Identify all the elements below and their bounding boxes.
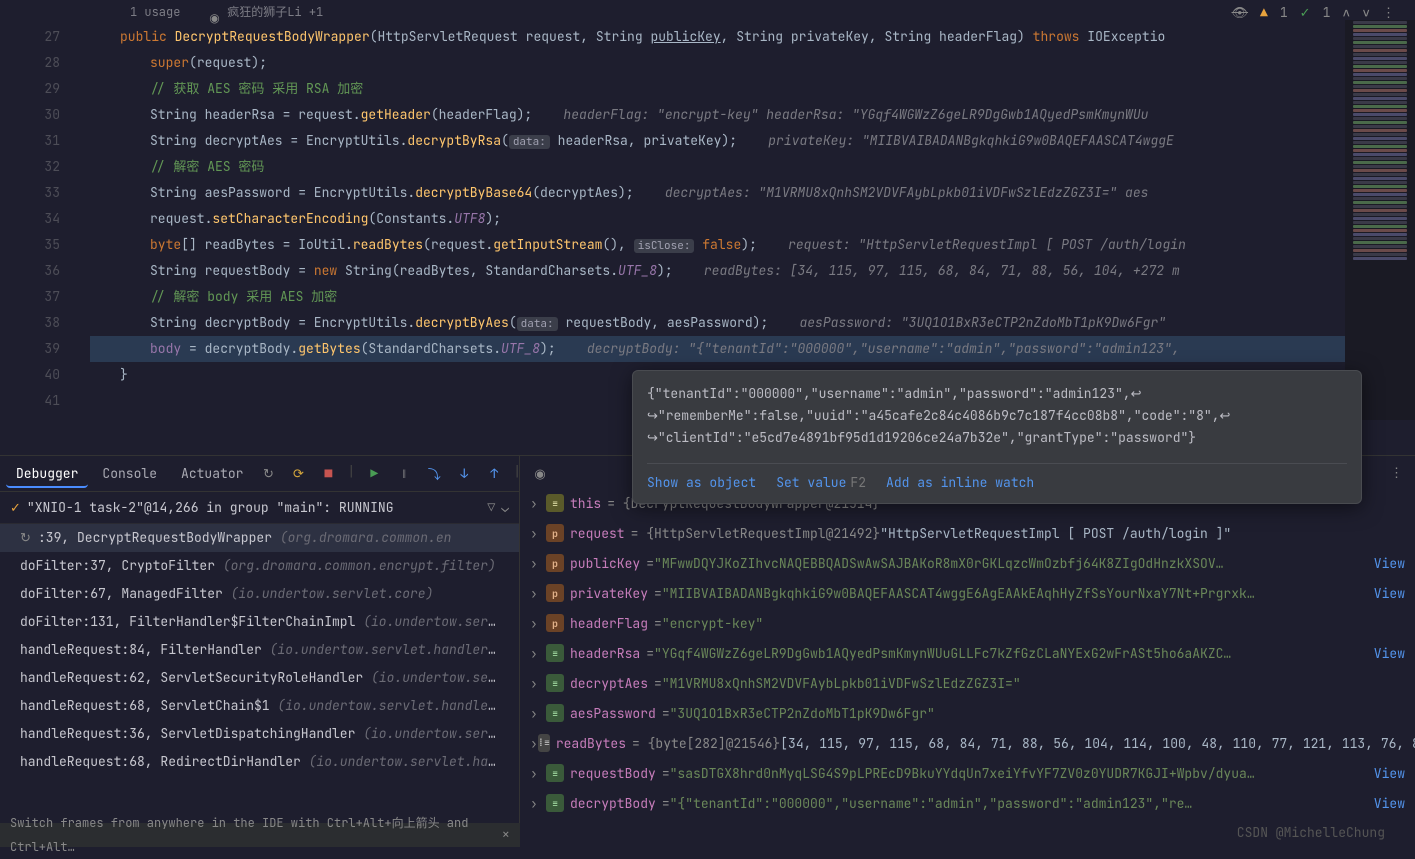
code-line[interactable]: String aesPassword = EncryptUtils.decryp… [90,180,1415,206]
view-link[interactable]: View [1374,795,1415,812]
rerun-icon[interactable]: ↻ [257,463,279,485]
ok-icon[interactable]: ✓ [1300,4,1311,21]
frame-row[interactable]: doFilter:37, CryptoFilter (org.dromara.c… [0,552,519,580]
resume-icon[interactable]: ▶ [363,463,385,485]
code-line[interactable]: String headerRsa = request.getHeader(hea… [90,102,1415,128]
frames-header: ✓ "XNIO-1 task-2"@14,266 in group "main"… [0,492,519,524]
more-icon[interactable]: ⋮ [1386,460,1407,485]
variable-row[interactable]: ›≡requestBody = "sasDTGX8hrd0nMyqLSG4S9p… [520,758,1415,788]
tab-debugger[interactable]: Debugger [6,460,88,488]
tab-actuator[interactable]: Actuator [171,460,253,488]
view-link[interactable]: View [1374,645,1415,662]
view-link[interactable]: View [1374,585,1415,602]
frame-row[interactable]: handleRequest:84, FilterHandler (io.unde… [0,636,519,664]
code-line[interactable]: String decryptBody = EncryptUtils.decryp… [90,310,1415,336]
more-icon[interactable]: ⋮ [1382,4,1395,21]
code-line[interactable]: request.setCharacterEncoding(Constants.U… [90,206,1415,232]
value-tooltip: {"tenantId":"000000","username":"admin",… [632,370,1362,504]
variable-row[interactable]: ›≡aesPassword = "3UQ1O1BxR3eCTP2nZdoMbT1… [520,698,1415,728]
editor-inspections: 👁 ▲1 ✓1 ∧ ∨ ⋮ [1232,4,1395,21]
usages-row: 1 usage ◉疯狂的狮子Li +1 [90,0,1415,24]
stop-icon[interactable]: ■ [317,463,339,485]
debug-tabs: Debugger Console Actuator ↻ ⟳ ■ | ▶ ‖ ⤵ … [0,456,519,492]
view-link[interactable]: View [1374,555,1415,572]
close-icon[interactable]: × [502,823,510,847]
frames-list: ↻:39, DecryptRequestBodyWrapper (org.dro… [0,524,519,847]
minimap[interactable] [1345,20,1415,420]
code-line-current[interactable]: body = decryptBody.getBytes(StandardChar… [90,336,1415,362]
step-out-icon[interactable]: ↑ [483,463,505,485]
author-icon: ◉ [209,6,223,20]
code-line[interactable]: // 解密 AES 密码 [90,154,1415,180]
code-line[interactable]: // 获取 AES 密码 采用 RSA 加密 [90,76,1415,102]
step-over-icon[interactable]: ⤵ [423,463,445,485]
thread-check-icon: ✓ [10,499,21,516]
set-value-link[interactable]: Set value [776,474,846,491]
nav-down-icon[interactable]: ∨ [1362,4,1370,21]
variable-row[interactable]: ›pprivateKey = "MIIBVAIBADANBgkqhkiG9w0B… [520,578,1415,608]
frame-row[interactable]: doFilter:131, FilterHandler$FilterChainI… [0,608,519,636]
code-line[interactable]: public DecryptRequestBodyWrapper(HttpSer… [90,24,1415,50]
frame-row[interactable]: handleRequest:36, ServletDispatchingHand… [0,720,519,748]
rerun-debug-icon[interactable]: ⟳ [287,463,309,485]
variable-row[interactable]: ›≡decryptBody = "{"tenantId":"000000","u… [520,788,1415,818]
tooltip-content: {"tenantId":"000000","username":"admin",… [647,383,1347,449]
variable-row[interactable]: ›prequest = {HttpServletRequestImpl@2149… [520,518,1415,548]
tab-console[interactable]: Console [92,460,167,488]
watermark: CSDN @MichelleChung [1237,824,1385,841]
variable-row[interactable]: ›≡decryptAes = "M1VRMU8xQnhSM2VDVFAybLpk… [520,668,1415,698]
frame-row[interactable]: handleRequest:68, RedirectDirHandler (io… [0,748,519,776]
eye-off-icon[interactable]: 👁 [1232,4,1249,21]
pause-icon[interactable]: ‖ [393,463,415,485]
variable-row[interactable]: ›pheaderFlag = "encrypt-key" [520,608,1415,638]
code-line[interactable]: byte[] readBytes = IoUtil.readBytes(requ… [90,232,1415,258]
code-line[interactable]: super(request); [90,50,1415,76]
frame-row[interactable]: doFilter:67, ManagedFilter (io.undertow.… [0,580,519,608]
variable-row[interactable]: ›≡headerRsa = "YGqf4WGWzZ6geLR9DgGwb1AQy… [520,638,1415,668]
frame-row[interactable]: ↻:39, DecryptRequestBodyWrapper (org.dro… [0,524,519,552]
variable-row[interactable]: ›ppublicKey = "MFwwDQYJKoZIhvcNAQEBBQADS… [520,548,1415,578]
add-inline-watch-link[interactable]: Add as inline watch [886,474,1034,491]
frame-row[interactable]: handleRequest:68, ServletChain$1 (io.und… [0,692,519,720]
nav-up-icon[interactable]: ∧ [1342,4,1350,21]
status-bar: Switch frames from anywhere in the IDE w… [0,823,520,847]
step-into-icon[interactable]: ↓ [453,463,475,485]
code-line[interactable]: // 解密 body 采用 AES 加密 [90,284,1415,310]
dropdown-icon[interactable]: ⌄ [501,499,509,516]
view-link[interactable]: View [1374,765,1415,782]
variable-row[interactable]: ›⁞≡readBytes = {byte[282]@21546} [34, 11… [520,728,1415,758]
show-as-object-link[interactable]: Show as object [647,474,756,491]
code-line[interactable]: String decryptAes = EncryptUtils.decrypt… [90,128,1415,154]
filter-icon[interactable]: ▽ [487,499,495,516]
warning-icon[interactable]: ▲ [1260,4,1268,21]
frame-row[interactable]: handleRequest:62, ServletSecurityRoleHan… [0,664,519,692]
variables-panel: ▣ ⋮ ›≡this = {DecryptRequestBodyWrapper@… [520,456,1415,847]
line-gutter: 272829303132333435363738394041 [0,0,90,455]
code-line[interactable]: String requestBody = new String(readByte… [90,258,1415,284]
